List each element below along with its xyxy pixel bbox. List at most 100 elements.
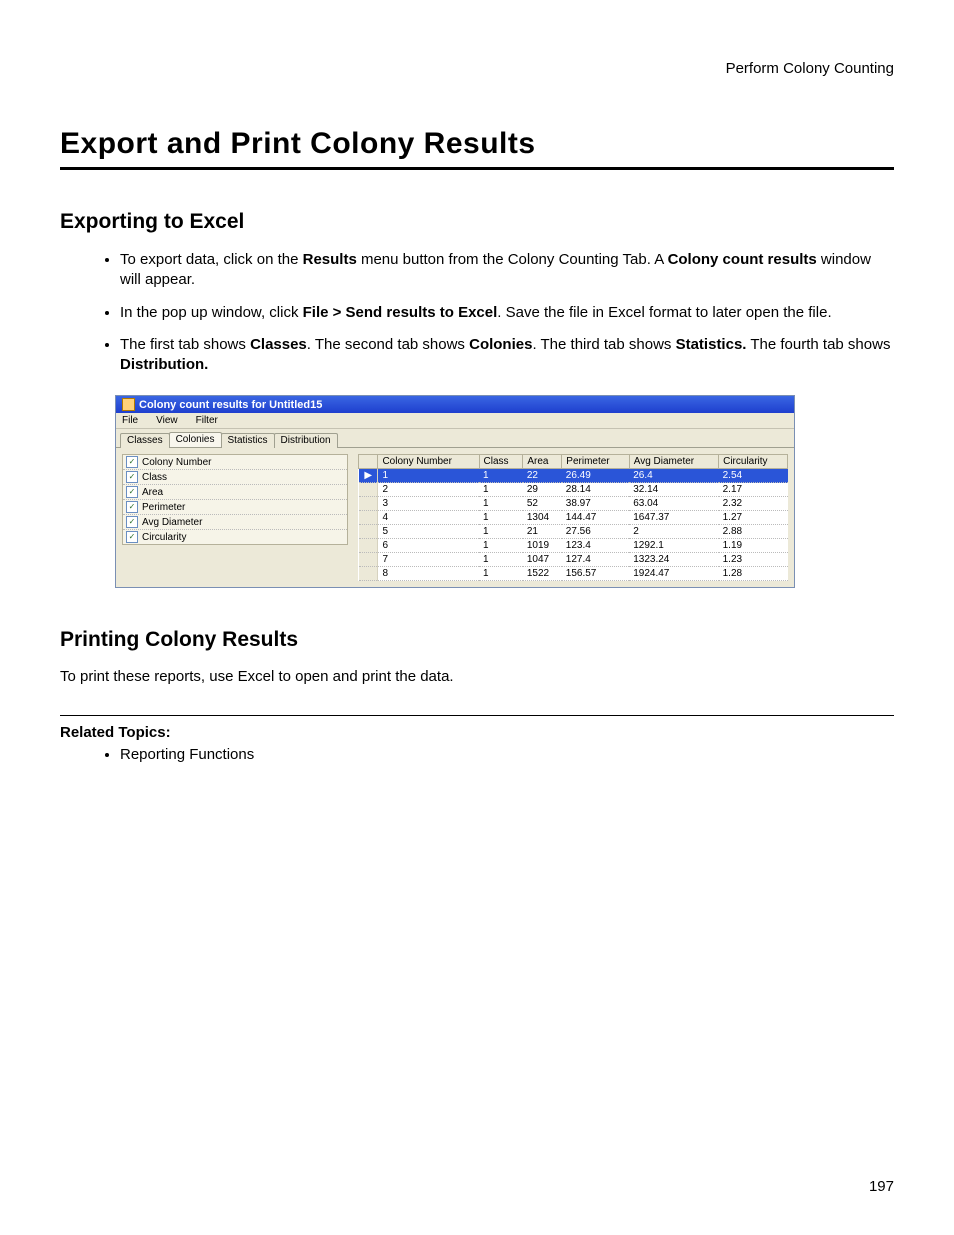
table-cell: 1019 xyxy=(523,539,562,553)
table-cell: 21 xyxy=(523,525,562,539)
text-fragment: To export data, click on the xyxy=(120,251,303,268)
checklist-row[interactable]: ✓Area xyxy=(123,485,347,500)
checklist-row[interactable]: ✓ Circularity xyxy=(123,530,347,544)
table-cell: 1647.37 xyxy=(629,511,718,525)
menu-file[interactable]: File xyxy=(122,415,138,426)
checklist-label: Circularity xyxy=(142,532,186,543)
text-bold: Results xyxy=(303,251,357,268)
table-cell: 127.4 xyxy=(562,553,629,567)
table-cell: 1 xyxy=(479,567,523,581)
text-bold: Colony count results xyxy=(668,251,817,268)
column-header[interactable]: Avg Diameter xyxy=(629,455,718,469)
column-header[interactable]: Area xyxy=(523,455,562,469)
table-cell: 52 xyxy=(523,497,562,511)
row-marker-header xyxy=(359,455,378,469)
text-bold: File > Send results to Excel xyxy=(303,304,498,321)
menu-view[interactable]: View xyxy=(156,415,178,426)
checklist-row[interactable]: ✓Class xyxy=(123,470,347,485)
text-fragment: The fourth tab shows xyxy=(746,336,890,353)
window-title: Colony count results for Untitled15 xyxy=(139,399,322,411)
table-cell: 1304 xyxy=(523,511,562,525)
tab-statistics[interactable]: Statistics xyxy=(221,433,275,448)
column-header[interactable]: Perimeter xyxy=(562,455,629,469)
menu-bar: File View Filter xyxy=(116,413,794,429)
table-row[interactable]: 512127.5622.88 xyxy=(359,525,788,539)
checklist-label: Avg Diameter xyxy=(142,517,202,528)
table-cell: 22 xyxy=(523,469,562,483)
table-cell: 1292.1 xyxy=(629,539,718,553)
table-cell: 2 xyxy=(629,525,718,539)
table-cell: 32.14 xyxy=(629,483,718,497)
app-icon xyxy=(122,398,135,411)
column-header[interactable]: Circularity xyxy=(719,455,788,469)
table-row[interactable]: 711047127.41323.241.23 xyxy=(359,553,788,567)
menu-filter[interactable]: Filter xyxy=(196,415,218,426)
checkbox-icon[interactable]: ✓ xyxy=(126,516,138,528)
text-fragment: In the pop up window, click xyxy=(120,304,303,321)
related-item: Reporting Functions xyxy=(120,745,894,765)
table-cell: 2.54 xyxy=(719,469,788,483)
related-topics-block: Related Topics: Reporting Functions xyxy=(60,715,894,765)
column-checklist: ✓Colony Number✓Class✓Area✓Perimeter✓Avg … xyxy=(122,454,348,545)
table-cell: 29 xyxy=(523,483,562,497)
table-cell: 1323.24 xyxy=(629,553,718,567)
section-exporting-heading: Exporting to Excel xyxy=(60,210,894,234)
column-header[interactable]: Class xyxy=(479,455,523,469)
exporting-bullet-list: To export data, click on the Results men… xyxy=(60,250,894,375)
checkbox-icon[interactable]: ✓ xyxy=(126,486,138,498)
table-row[interactable]: ▶112226.4926.42.54 xyxy=(359,469,788,483)
table-cell: 7 xyxy=(378,553,479,567)
related-heading: Related Topics: xyxy=(60,724,894,741)
table-cell: 1 xyxy=(479,497,523,511)
table-cell: 1.23 xyxy=(719,553,788,567)
text-bold: Colonies xyxy=(469,336,532,353)
table-cell: 1.27 xyxy=(719,511,788,525)
table-row[interactable]: 212928.1432.142.17 xyxy=(359,483,788,497)
checkbox-icon[interactable]: ✓ xyxy=(126,531,138,543)
table-row[interactable]: 611019123.41292.11.19 xyxy=(359,539,788,553)
table-cell: 27.56 xyxy=(562,525,629,539)
checkbox-icon[interactable]: ✓ xyxy=(126,456,138,468)
table-cell: 1 xyxy=(479,553,523,567)
related-list: Reporting Functions xyxy=(60,745,894,765)
table-cell: 3 xyxy=(378,497,479,511)
window-titlebar: Colony count results for Untitled15 xyxy=(116,396,794,413)
section-printing-heading: Printing Colony Results xyxy=(60,628,894,652)
tab-colonies[interactable]: Colonies xyxy=(169,432,222,447)
running-head: Perform Colony Counting xyxy=(60,60,894,77)
table-cell: 63.04 xyxy=(629,497,718,511)
table-row[interactable]: 411304144.471647.371.27 xyxy=(359,511,788,525)
list-item: The first tab shows Classes. The second … xyxy=(120,335,894,376)
table-row[interactable]: 315238.9763.042.32 xyxy=(359,497,788,511)
text-bold: Classes xyxy=(250,336,307,353)
table-cell: 144.47 xyxy=(562,511,629,525)
checklist-row[interactable]: ✓ Perimeter xyxy=(123,500,347,515)
text-fragment: . Save the file in Excel format to later… xyxy=(497,304,831,321)
printing-body-text: To print these reports, use Excel to ope… xyxy=(60,668,894,685)
table-row[interactable]: 811522156.571924.471.28 xyxy=(359,567,788,581)
checklist-row[interactable]: ✓ Avg Diameter xyxy=(123,515,347,530)
table-cell: 2 xyxy=(378,483,479,497)
row-marker xyxy=(359,525,378,539)
results-table: Colony NumberClassAreaPerimeterAvg Diame… xyxy=(358,454,788,581)
table-cell: 1522 xyxy=(523,567,562,581)
checkbox-icon[interactable]: ✓ xyxy=(126,501,138,513)
text-fragment: The first tab shows xyxy=(120,336,250,353)
text-fragment: menu button from the Colony Counting Tab… xyxy=(357,251,668,268)
checkbox-icon[interactable]: ✓ xyxy=(126,471,138,483)
tab-strip: Classes Colonies Statistics Distribution xyxy=(116,429,794,448)
table-cell: 1.28 xyxy=(719,567,788,581)
table-cell: 6 xyxy=(378,539,479,553)
checklist-row[interactable]: ✓Colony Number xyxy=(123,455,347,470)
table-cell: 38.97 xyxy=(562,497,629,511)
tab-classes[interactable]: Classes xyxy=(120,433,170,448)
table-cell: 2.88 xyxy=(719,525,788,539)
text-fragment: . The third tab shows xyxy=(532,336,675,353)
tab-distribution[interactable]: Distribution xyxy=(274,433,338,448)
table-cell: 1 xyxy=(479,511,523,525)
checklist-label: Perimeter xyxy=(142,502,185,513)
column-header[interactable]: Colony Number xyxy=(378,455,479,469)
page-title: Export and Print Colony Results xyxy=(60,127,894,170)
page-number: 197 xyxy=(869,1178,894,1195)
row-marker xyxy=(359,483,378,497)
